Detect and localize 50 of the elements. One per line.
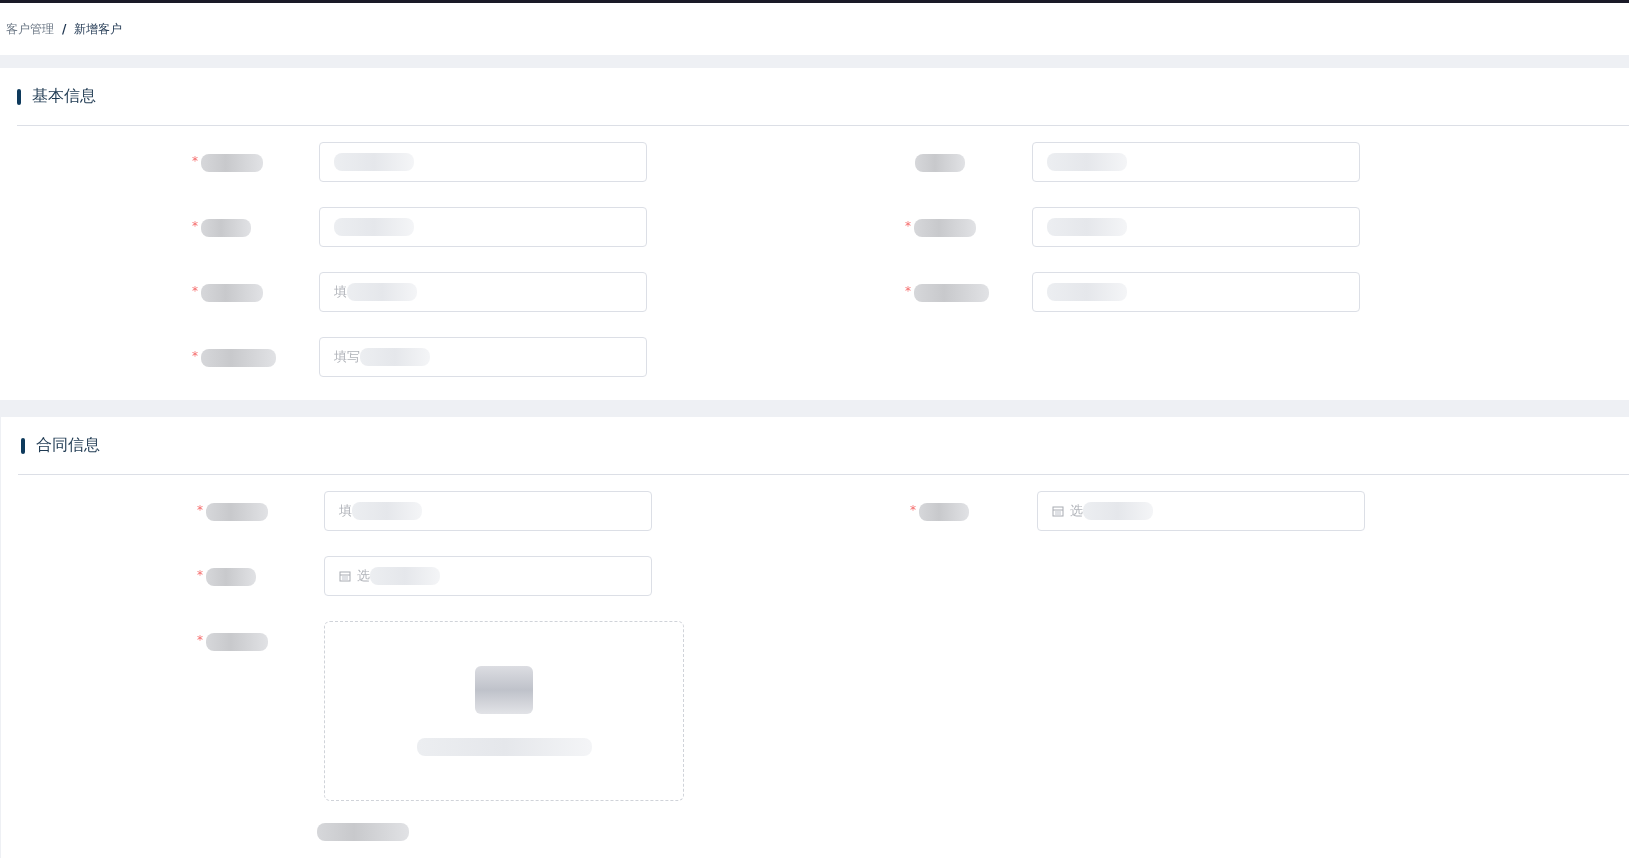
blurred-text [201,284,263,302]
blurred-text [475,666,533,714]
required-mark: * [197,633,203,647]
blurred-text [360,348,430,366]
upload-area[interactable] [324,621,684,801]
input-field[interactable]: 填写 [319,337,647,377]
required-mark: * [192,349,198,363]
required-mark: * [905,284,911,298]
blurred-text [206,503,268,521]
date-field[interactable]: 选 [324,556,652,596]
input-field[interactable] [1032,272,1360,312]
blurred-text [370,567,440,585]
required-mark: * [910,503,916,517]
calendar-icon [1052,505,1064,517]
date-field[interactable]: 选 [1037,491,1365,531]
title-bar-icon [21,437,25,454]
blurred-text [1083,502,1153,520]
section-title: 基本信息 [32,86,96,107]
placeholder-text: 填 [339,502,352,520]
breadcrumb-item[interactable]: 客户管理 [6,20,54,38]
input-field[interactable] [1032,142,1360,182]
blurred-text [201,219,251,237]
input-field[interactable]: 填 [319,272,647,312]
input-field[interactable] [1032,207,1360,247]
blurred-text [352,502,422,520]
title-bar-icon [17,88,21,105]
placeholder-text: 填 [334,283,347,301]
blurred-text [914,219,976,237]
required-mark: * [197,568,203,582]
calendar-icon [339,570,351,582]
blurred-text [919,503,969,521]
blurred-text [206,633,268,651]
blurred-text [201,154,263,172]
input-field[interactable]: 填 [324,491,652,531]
input-field[interactable] [319,207,647,247]
input-field[interactable] [319,142,647,182]
blurred-text [915,154,965,172]
blurred-text [206,568,256,586]
section-title: 合同信息 [36,435,100,456]
blurred-text [347,283,417,301]
required-mark: * [197,503,203,517]
required-mark: * [905,219,911,233]
placeholder-text: 选 [357,567,370,585]
required-mark: * [192,154,198,168]
required-mark: * [192,284,198,298]
placeholder-text: 选 [1070,502,1083,520]
required-mark: * [192,219,198,233]
breadcrumb-separator: / [62,22,67,36]
placeholder-text: 填写 [334,348,360,366]
breadcrumb-item: 新增客户 [74,20,123,38]
